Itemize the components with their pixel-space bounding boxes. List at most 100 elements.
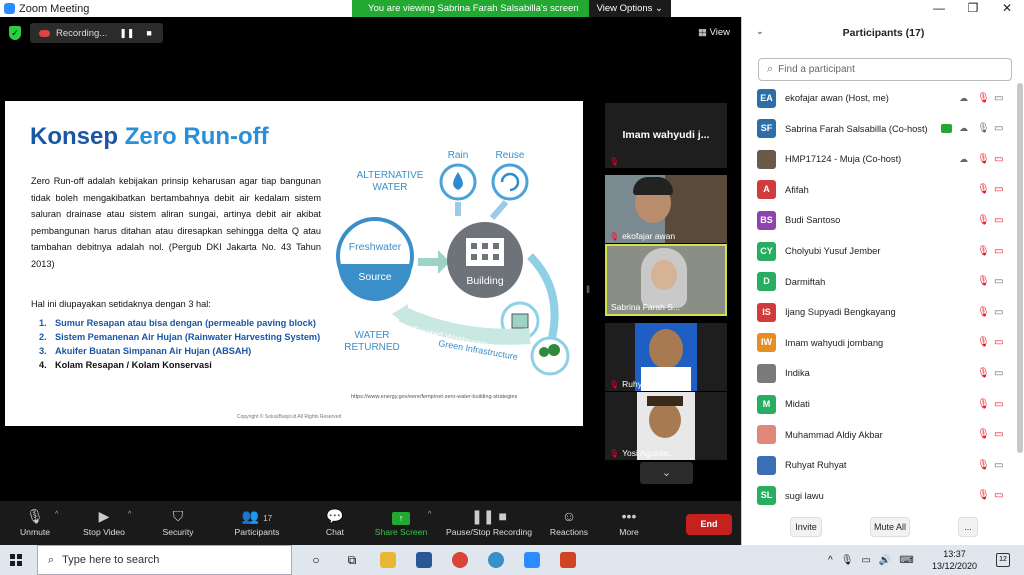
- gallery-scroll-down-button[interactable]: ⌄: [640, 462, 693, 484]
- video-on-icon[interactable]: ▭: [994, 368, 1003, 379]
- security-shield-icon[interactable]: ✓: [9, 26, 21, 40]
- zoom-taskbar-icon[interactable]: [514, 545, 550, 575]
- participant-row[interactable]: CY Cholyubi Yusuf Jember 🎙 ▭: [742, 236, 1024, 266]
- mic-muted-icon[interactable]: 🎙: [977, 490, 990, 501]
- powerpoint-icon[interactable]: [550, 545, 586, 575]
- participant-row[interactable]: IW Imam wahyudi jombang 🎙 ▭: [742, 328, 1024, 358]
- stop-video-button[interactable]: ▶ Stop Video: [80, 505, 128, 537]
- video-off-icon[interactable]: ▭: [994, 154, 1003, 165]
- participant-row[interactable]: BS Budi Santoso 🎙 ▭: [742, 205, 1024, 235]
- video-options-caret[interactable]: ^: [128, 511, 131, 518]
- panel-more-button[interactable]: ...: [958, 517, 978, 537]
- video-off-icon[interactable]: ▭: [994, 490, 1003, 501]
- more-button[interactable]: ••• More: [614, 505, 644, 537]
- mic-muted-icon[interactable]: 🎙: [977, 246, 990, 257]
- participant-row[interactable]: SL sugi lawu 🎙 ▭: [742, 481, 1024, 511]
- avatar: BS: [757, 210, 776, 230]
- mute-all-button[interactable]: Mute All: [870, 517, 910, 537]
- view-button[interactable]: ▦ View: [698, 27, 730, 38]
- browser-icon[interactable]: [478, 545, 514, 575]
- security-button[interactable]: ⛉ Security: [158, 505, 198, 537]
- participant-row[interactable]: Muhammad Aldiy Akbar 🎙 ▭: [742, 420, 1024, 450]
- tray-chevron-icon[interactable]: ^: [828, 555, 833, 566]
- chrome-icon[interactable]: [442, 545, 478, 575]
- reactions-button[interactable]: ☺ Reactions: [548, 505, 590, 537]
- minimize-button[interactable]: —: [922, 0, 956, 17]
- end-meeting-button[interactable]: End: [686, 514, 732, 535]
- mic-muted-icon[interactable]: 🎙: [977, 337, 990, 348]
- task-view-icon[interactable]: ⧉: [334, 545, 370, 575]
- tray-network-icon[interactable]: ▭: [861, 555, 870, 566]
- audio-options-caret[interactable]: ^: [55, 511, 58, 518]
- chat-button[interactable]: 💬 Chat: [320, 505, 350, 537]
- maximize-button[interactable]: ❐: [956, 0, 990, 17]
- video-off-icon[interactable]: ▭: [994, 399, 1003, 410]
- mic-muted-icon[interactable]: 🎙: [977, 215, 990, 226]
- pause-recording-button[interactable]: ❚❚: [119, 28, 134, 39]
- share-screen-button[interactable]: ↑ Share Screen: [372, 505, 430, 537]
- video-tile[interactable]: Imam wahyudi j... 🎙: [605, 103, 727, 168]
- tray-mic-icon[interactable]: 🎙: [841, 555, 854, 566]
- mic-muted-icon[interactable]: 🎙: [977, 460, 990, 471]
- taskbar-search-input[interactable]: ⌕ Type here to search: [37, 545, 292, 575]
- participant-row[interactable]: IS Ijang Supyadi Bengkayang 🎙 ▭: [742, 297, 1024, 327]
- notification-center-icon[interactable]: 12: [996, 553, 1010, 567]
- participant-row[interactable]: D Darmiftah 🎙 ▭: [742, 267, 1024, 297]
- video-off-icon[interactable]: ▭: [994, 337, 1003, 348]
- participant-row[interactable]: EA ekofajar awan (Host, me) ☁ 🎙 ▭: [742, 83, 1024, 113]
- video-off-icon[interactable]: ▭: [994, 246, 1003, 257]
- stop-recording-button[interactable]: ■: [146, 28, 151, 38]
- mic-muted-icon[interactable]: 🎙: [977, 184, 990, 195]
- participant-row[interactable]: SF Sabrina Farah Salsabilla (Co-host) ☁ 🎙 ▭: [742, 114, 1024, 144]
- avatar: A: [757, 180, 776, 200]
- diagram-water-returned: WATER: [355, 330, 390, 341]
- video-tile[interactable]: 🎙 Ruhyat Ruhyat: [605, 323, 727, 391]
- video-tile[interactable]: 🎙 Yosi Agustia...: [605, 392, 727, 460]
- video-on-icon[interactable]: ▭: [994, 93, 1003, 104]
- invite-button[interactable]: Invite: [790, 517, 822, 537]
- mic-on-icon[interactable]: 🎙: [977, 123, 990, 134]
- video-on-icon[interactable]: ▭: [994, 460, 1003, 471]
- video-off-icon[interactable]: ▭: [994, 429, 1003, 440]
- video-off-icon[interactable]: ▭: [994, 215, 1003, 226]
- viewing-banner-text: You are viewing Sabrina Farah Salsabilla…: [368, 3, 579, 14]
- participant-row[interactable]: HMP17124 - Muja (Co-host) ☁ 🎙 ▭: [742, 144, 1024, 174]
- mic-muted-icon[interactable]: 🎙: [977, 399, 990, 410]
- mic-muted-icon[interactable]: 🎙: [977, 276, 990, 287]
- participant-search-input[interactable]: ⌕ Find a participant: [758, 58, 1012, 81]
- mic-muted-icon[interactable]: 🎙: [977, 307, 990, 318]
- cortana-icon[interactable]: ○: [298, 545, 334, 575]
- share-options-caret[interactable]: ^: [428, 511, 431, 518]
- unmute-button[interactable]: 🎙 Unmute: [14, 505, 56, 537]
- participant-name: Ruhyat Ruhyat: [785, 460, 847, 471]
- mic-muted-icon[interactable]: 🎙: [977, 154, 990, 165]
- tray-speaker-icon[interactable]: 🔊: [879, 555, 891, 566]
- tray-language-icon[interactable]: ⌨: [899, 555, 913, 566]
- video-on-icon[interactable]: ▭: [994, 307, 1003, 318]
- pause-stop-recording-button[interactable]: ❚❚ ■ Pause/Stop Recording: [444, 505, 534, 537]
- window-controls: — ❐ ✕: [922, 0, 1024, 17]
- video-on-icon[interactable]: ▭: [994, 123, 1003, 134]
- participant-row[interactable]: Ruhyat Ruhyat 🎙 ▭: [742, 450, 1024, 480]
- word-icon[interactable]: [406, 545, 442, 575]
- close-button[interactable]: ✕: [990, 0, 1024, 17]
- viewing-banner: You are viewing Sabrina Farah Salsabilla…: [352, 0, 671, 17]
- participants-button[interactable]: 👥 17 Participants: [230, 505, 284, 537]
- video-tile[interactable]: Sabrina Farah S...: [605, 244, 727, 316]
- video-on-icon[interactable]: ▭: [994, 276, 1003, 287]
- participant-row[interactable]: M Midati 🎙 ▭: [742, 389, 1024, 419]
- splitter-handle[interactable]: ‖: [586, 285, 590, 296]
- file-explorer-icon[interactable]: [370, 545, 406, 575]
- mic-muted-icon[interactable]: 🎙: [977, 429, 990, 440]
- windows-start-icon[interactable]: [10, 554, 22, 566]
- video-tile[interactable]: 🎙 ekofajar awan: [605, 175, 727, 243]
- participant-row[interactable]: A Afifah 🎙 ▭: [742, 175, 1024, 205]
- mic-muted-icon[interactable]: 🎙: [977, 93, 990, 104]
- view-options-button[interactable]: View Options ⌄: [588, 0, 671, 17]
- video-off-icon[interactable]: ▭: [994, 184, 1003, 195]
- smiley-icon: ☺: [561, 508, 577, 524]
- participant-row[interactable]: Indika 🎙 ▭: [742, 358, 1024, 388]
- collapse-chevron-icon[interactable]: ⌄: [756, 26, 764, 37]
- mic-muted-icon[interactable]: 🎙: [977, 368, 990, 379]
- taskbar-clock[interactable]: 13:37 13/12/2020: [932, 548, 977, 572]
